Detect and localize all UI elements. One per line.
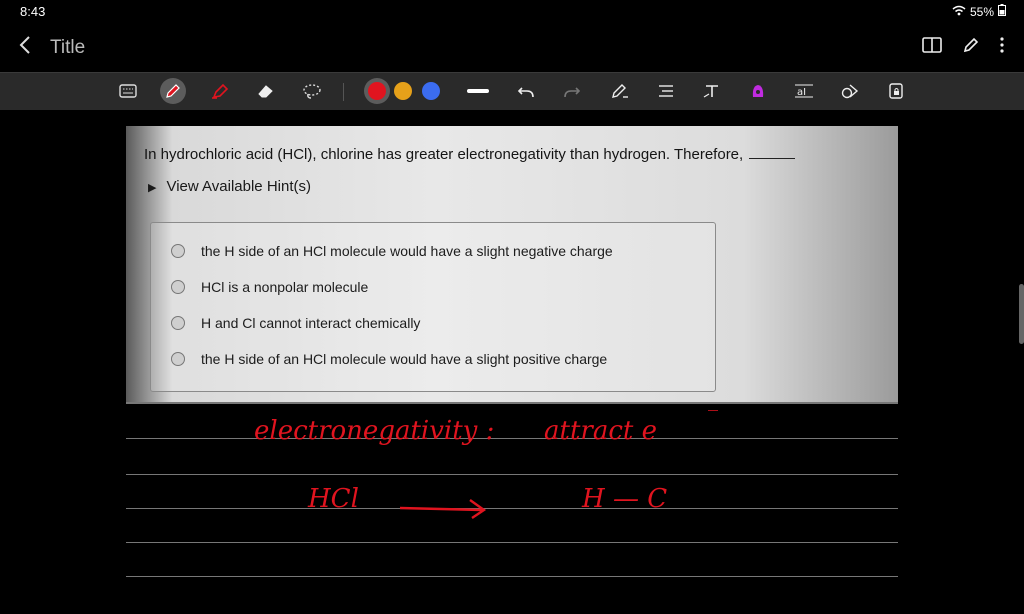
option-label: the H side of an HCl molecule would have… <box>201 351 608 367</box>
note-canvas[interactable]: In hydrochloric acid (HCl), chlorine has… <box>0 110 1024 614</box>
radio-icon <box>171 280 185 294</box>
option-label: the H side of an HCl molecule would have… <box>201 243 613 259</box>
battery-percent: 55% <box>969 4 994 19</box>
arrow-right-icon <box>399 499 487 519</box>
pasted-question-image: In hydrochloric acid (HCl), chlorine has… <box>126 126 898 402</box>
wifi-icon <box>952 5 966 19</box>
option-label: H and Cl cannot interact chemically <box>201 315 421 331</box>
red-swatch-icon <box>368 82 386 100</box>
ink-shape-icon[interactable] <box>746 79 770 103</box>
keyboard-icon[interactable] <box>116 79 140 103</box>
image-bottom-border <box>126 402 898 404</box>
answer-options: the H side of an HCl molecule would have… <box>150 222 716 392</box>
status-bar: 8:43 55% <box>0 0 1024 24</box>
option-4: the H side of an HCl molecule would have… <box>171 351 607 367</box>
battery-icon <box>998 4 1006 19</box>
book-icon[interactable] <box>922 37 942 58</box>
color-blue-swatch[interactable] <box>422 82 440 100</box>
text-box-icon[interactable]: aI <box>792 79 816 103</box>
radio-icon <box>171 352 185 366</box>
more-vertical-icon[interactable] <box>1000 37 1004 58</box>
scrollbar-handle[interactable] <box>1019 284 1024 344</box>
option-label: HCl is a nonpolar molecule <box>201 279 369 295</box>
clock: 8:43 <box>20 4 46 19</box>
hint-toggle: ▶ View Available Hint(s) <box>148 178 311 195</box>
question-prompt: In hydrochloric acid (HCl), chlorine has… <box>144 146 796 163</box>
note-page[interactable]: In hydrochloric acid (HCl), chlorine has… <box>126 126 898 614</box>
document-title[interactable]: Title <box>50 37 85 59</box>
option-2: HCl is a nonpolar molecule <box>171 279 368 295</box>
back-button[interactable] <box>18 34 32 61</box>
drawing-toolbar: aI <box>0 72 1024 111</box>
handwriting-electronegativity: electronegativity : <box>254 416 495 446</box>
option-3: H and Cl cannot interact chemically <box>171 315 420 331</box>
chevron-left-icon <box>19 36 30 54</box>
status-icons: 55% <box>952 4 1006 19</box>
ruled-line <box>126 474 898 475</box>
triangle-right-icon: ▶ <box>148 182 157 194</box>
shape-pen-icon[interactable] <box>608 79 632 103</box>
pen-circle-icon[interactable] <box>962 36 980 59</box>
electron-bar-mark: ‾ <box>708 406 718 430</box>
question-prompt-text: In hydrochloric acid (HCl), chlorine has… <box>144 146 744 163</box>
handwriting-h-cl: H — C <box>582 484 668 514</box>
title-bar: Title <box>0 24 1024 72</box>
undo-icon[interactable] <box>514 79 538 103</box>
title-actions <box>922 36 1004 59</box>
pen-tool-icon[interactable] <box>160 78 186 104</box>
radio-icon <box>171 316 185 330</box>
text-tool-icon[interactable] <box>700 79 724 103</box>
ruled-line <box>126 576 898 577</box>
handwriting-attract: attract e <box>544 416 657 446</box>
hint-label: View Available Hint(s) <box>166 178 311 195</box>
text-align-icon[interactable] <box>654 79 678 103</box>
ruled-line <box>126 438 898 439</box>
lasso-icon[interactable] <box>300 79 324 103</box>
handwriting-hcl: HCl <box>308 484 359 514</box>
toolbar-divider <box>343 83 344 101</box>
ruled-line <box>126 508 898 509</box>
svg-text:aI: aI <box>797 87 806 98</box>
lock-note-icon[interactable] <box>884 79 908 103</box>
shapes-icon[interactable] <box>838 79 862 103</box>
stroke-width-icon[interactable] <box>466 79 490 103</box>
ruled-line <box>126 542 898 543</box>
radio-icon <box>171 244 185 258</box>
option-1: the H side of an HCl molecule would have… <box>171 243 613 259</box>
eraser-icon[interactable] <box>254 79 278 103</box>
highlighter-icon[interactable] <box>208 79 232 103</box>
color-red-selected[interactable] <box>364 78 390 104</box>
color-yellow-swatch[interactable] <box>394 82 412 100</box>
redo-icon[interactable] <box>560 79 584 103</box>
answer-blank <box>749 157 796 159</box>
